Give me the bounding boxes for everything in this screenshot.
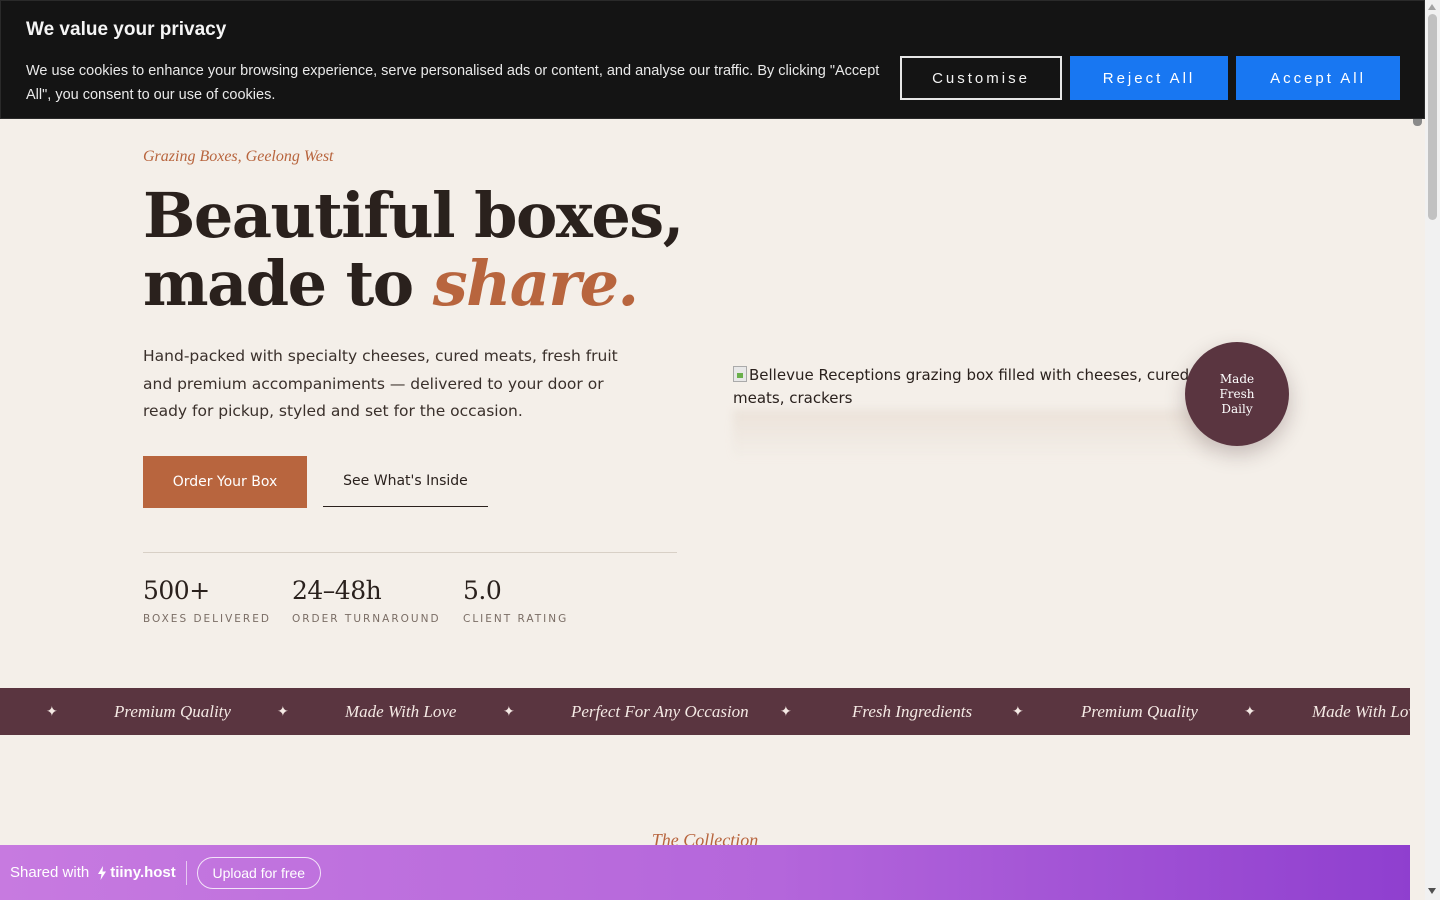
- marquee-item: Perfect For Any Occasion: [571, 701, 749, 721]
- scroll-thumb[interactable]: [1428, 14, 1437, 220]
- marquee-strip: ✦ Premium Quality ✦ Made With Love ✦ Per…: [0, 688, 1410, 735]
- tinyhost-logo[interactable]: tiiny.host: [97, 864, 176, 881]
- headline-line-1: Beautiful boxes,: [143, 179, 684, 252]
- made-fresh-daily-badge: Made Fresh Daily: [1185, 342, 1289, 446]
- hero-image: Bellevue Receptions grazing box filled w…: [733, 364, 1193, 410]
- tinyhost-bar: Shared with tiiny.host Upload for free: [0, 845, 1410, 900]
- hero-image-alt: Bellevue Receptions grazing box filled w…: [733, 366, 1190, 407]
- hero-image-shadow: [733, 410, 1213, 460]
- stat-order-turnaround: 24–48h ORDER TURNAROUND: [292, 576, 441, 625]
- stat-value: 24–48h: [292, 576, 382, 605]
- marquee-item: Made With Love: [1312, 701, 1410, 721]
- reject-all-button[interactable]: Reject All: [1070, 56, 1228, 100]
- tinyhost-logo-text: tiiny.host: [110, 864, 176, 881]
- customise-button[interactable]: Customise: [900, 56, 1062, 100]
- stat-value: 5.0: [463, 576, 502, 605]
- cookie-title: We value your privacy: [26, 19, 227, 40]
- hero-eyebrow: Grazing Boxes, Geelong West: [143, 148, 334, 165]
- inner-scrollbar[interactable]: [1410, 119, 1425, 900]
- marquee-item: Premium Quality: [114, 701, 231, 721]
- inner-scroll-thumb[interactable]: [1413, 119, 1422, 126]
- sparkle-icon: ✦: [1012, 703, 1024, 720]
- sparkle-icon: ✦: [277, 703, 289, 720]
- sparkle-icon: ✦: [46, 703, 58, 720]
- stat-value: 500+: [143, 576, 210, 605]
- see-whats-inside-link[interactable]: See What's Inside: [323, 456, 488, 507]
- sparkle-icon: ✦: [503, 703, 515, 720]
- marquee-item: Premium Quality: [1081, 701, 1198, 721]
- scroll-down-arrow-icon[interactable]: [1428, 888, 1436, 894]
- cookie-text: We use cookies to enhance your browsing …: [26, 63, 880, 103]
- tinyhost-separator: [185, 860, 187, 885]
- stat-label: CLIENT RATING: [463, 613, 569, 625]
- badge-text: Made Fresh Daily: [1219, 371, 1255, 416]
- stat-client-rating: 5.0 CLIENT RATING: [463, 576, 568, 625]
- order-your-box-button[interactable]: Order Your Box: [143, 456, 307, 508]
- stats-divider: [143, 552, 677, 553]
- marquee-item: Made With Love: [345, 701, 457, 721]
- headline-line-2: made to: [143, 247, 414, 320]
- headline-accent: share.: [432, 247, 639, 320]
- hero-headline: Beautiful boxes, made to share.: [143, 179, 684, 320]
- stat-label: BOXES DELIVERED: [143, 613, 271, 625]
- scroll-up-arrow-icon[interactable]: [1428, 4, 1436, 10]
- shared-with-text: Shared with: [10, 864, 90, 881]
- cookie-banner: We value your privacy We use cookies to …: [0, 0, 1425, 119]
- stat-label: ORDER TURNAROUND: [292, 613, 441, 625]
- cookie-buttons: Customise Reject All Accept All: [900, 56, 1400, 100]
- hero-lead: Hand-packed with specialty cheeses, cure…: [143, 347, 618, 420]
- upload-for-free-button[interactable]: Upload for free: [196, 856, 321, 889]
- broken-image-icon: [733, 366, 747, 382]
- accept-all-button[interactable]: Accept All: [1236, 56, 1400, 100]
- sparkle-icon: ✦: [1244, 703, 1256, 720]
- sparkle-icon: ✦: [780, 703, 792, 720]
- bolt-icon: [98, 865, 107, 880]
- stat-boxes-delivered: 500+ BOXES DELIVERED: [143, 576, 271, 625]
- marquee-item: Fresh Ingredients: [852, 701, 973, 721]
- page-scrollbar[interactable]: [1425, 0, 1440, 900]
